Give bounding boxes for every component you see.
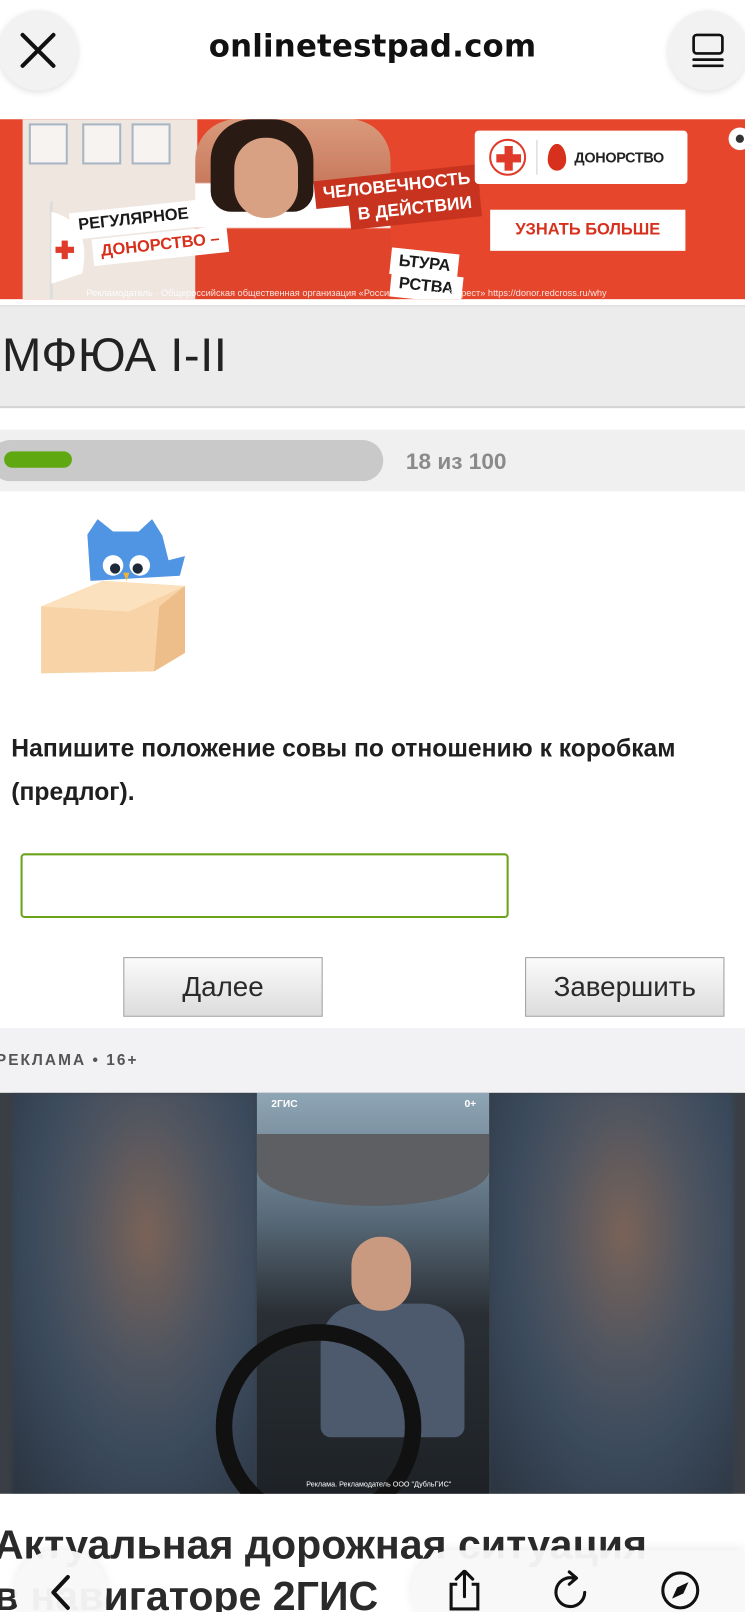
video-ad[interactable]: 2ГИС 0+ Реклама. Рекламодатель ООО "Дубл… [0,1092,745,1494]
question-text: Напишите положение совы по отношению к к… [11,735,676,806]
logo-separator [536,139,538,175]
video-legal-text: Реклама. Рекламодатель ООО "ДубльГИС" [306,1481,452,1489]
driver-head [351,1236,412,1311]
blood-drop-icon [547,143,567,171]
video-age-rating: 0+ [464,1098,477,1111]
share-icon[interactable] [444,1569,485,1611]
red-cross-icon [489,138,527,176]
progress-text: 18 из 100 [405,448,507,474]
answer-input[interactable] [20,853,509,919]
banner-frame [82,123,122,165]
owl-box-image [41,519,185,674]
tabs-button[interactable] [667,10,745,91]
url-label[interactable]: onlinetestpad.com [0,29,745,65]
compass-icon[interactable] [660,1570,701,1611]
video-brand: 2ГИС [271,1098,298,1111]
ad-label: РЕКЛАМА • 16+ [0,1051,139,1070]
donation-brand: ДОНОРСТВО [574,149,664,166]
reload-icon[interactable] [551,1570,592,1611]
progress-fill [4,451,72,468]
car-roof [256,1133,490,1206]
banner-person-face [234,137,299,218]
finish-button[interactable]: Завершить [525,957,725,1017]
browser-top-bar: onlinetestpad.com [0,0,745,120]
banner-frame [131,123,171,165]
learn-more-button[interactable]: УЗНАТЬ БОЛЬШЕ [490,209,686,251]
next-button[interactable]: Далее [123,957,323,1017]
test-header: МФЮА I-II [0,305,745,409]
banner-fine-print: Рекламодатель · Общероссийская обществен… [86,287,607,299]
progress-section [0,429,745,492]
chevron-left-icon [51,1574,70,1610]
video-blur-right [489,1092,734,1494]
page-title: МФЮА I-II [2,327,228,382]
video-clip: 2ГИС 0+ Реклама. Рекламодатель ООО "Дубл… [215,1092,490,1494]
donation-logo: ДОНОРСТВО [474,130,688,185]
ad-info-icon[interactable] [728,127,745,151]
banner-frame [28,123,68,165]
tabs-icon [692,33,724,68]
